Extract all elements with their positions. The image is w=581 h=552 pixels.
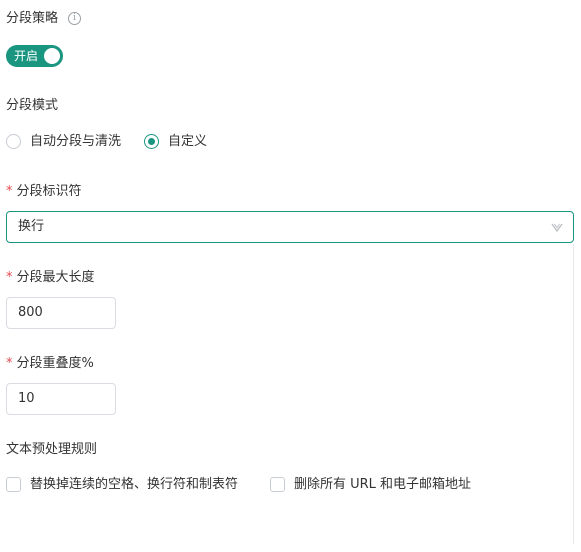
- radio-auto-label[interactable]: 自动分段与清洗: [30, 133, 121, 151]
- radio-auto[interactable]: [6, 134, 21, 149]
- toggle-label: 开启: [14, 49, 39, 63]
- required-mark: *: [6, 184, 13, 199]
- max-length-label: * 分段最大长度: [6, 269, 95, 287]
- separator-select[interactable]: 换行: [6, 211, 574, 243]
- url-email-checkbox-label[interactable]: 删除所有 URL 和电子邮箱地址: [294, 476, 471, 494]
- max-length-label-text: 分段最大长度: [16, 270, 95, 285]
- chevron-down-icon: [551, 223, 563, 233]
- url-email-checkbox[interactable]: [270, 477, 285, 492]
- segment-mode-label: 分段模式: [6, 98, 59, 113]
- separator-label: * 分段标识符: [6, 183, 82, 201]
- scroll-divider: [573, 244, 574, 544]
- segment-strategy-toggle[interactable]: 开启: [6, 45, 63, 67]
- radio-custom[interactable]: [144, 134, 159, 149]
- preprocess-label: 文本预处理规则: [6, 442, 98, 457]
- info-icon[interactable]: i: [68, 12, 81, 25]
- separator-label-text: 分段标识符: [16, 184, 82, 199]
- max-length-value: 800: [18, 305, 43, 320]
- whitespace-checkbox-label[interactable]: 替换掉连续的空格、换行符和制表符: [30, 476, 238, 494]
- whitespace-checkbox[interactable]: [6, 477, 21, 492]
- separator-select-value: 换行: [18, 219, 45, 234]
- radio-custom-label[interactable]: 自定义: [168, 133, 207, 151]
- required-mark: *: [6, 270, 13, 285]
- overlap-value: 10: [18, 391, 35, 406]
- overlap-label-text: 分段重叠度%: [16, 356, 94, 371]
- segment-strategy-label: 分段策略: [6, 11, 59, 26]
- overlap-label: * 分段重叠度%: [6, 355, 94, 373]
- overlap-input[interactable]: 10: [6, 383, 116, 415]
- max-length-input[interactable]: 800: [6, 297, 116, 329]
- toggle-knob: [44, 48, 60, 64]
- required-mark: *: [6, 356, 13, 371]
